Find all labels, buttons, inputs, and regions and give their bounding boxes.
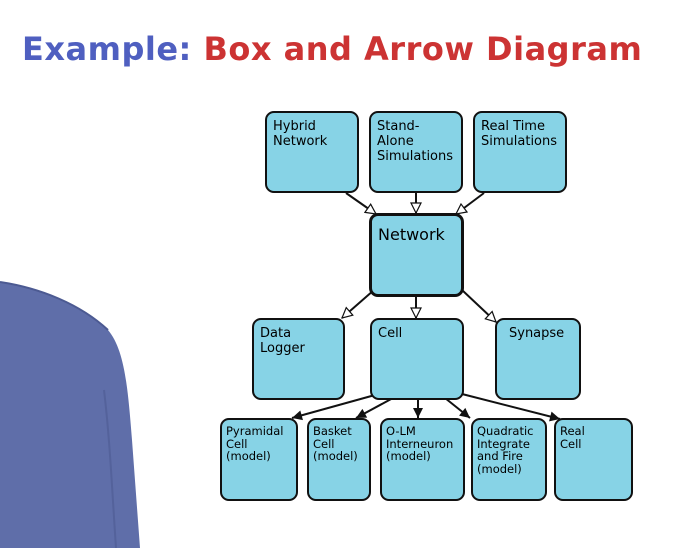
arrow-hybrid-to-network	[345, 192, 376, 215]
box-network: Network	[369, 213, 464, 297]
box-olm-interneuron: O-LM Interneuron (model)	[380, 418, 465, 501]
box-data-logger: Data Logger	[252, 318, 345, 400]
box-pyramidal-cell: Pyramidal Cell (model)	[220, 418, 298, 501]
arrow-network-to-synapse	[461, 289, 496, 322]
box-realtime-simulations: Real Time Simulations	[473, 111, 567, 193]
arrow-realtime-to-network	[456, 192, 485, 214]
box-standalone-simulations: Stand- Alone Simulations	[369, 111, 463, 193]
arrow-cell-to-quadratic	[444, 397, 471, 419]
box-basket-cell: Basket Cell (model)	[307, 418, 371, 501]
box-synapse: Synapse	[495, 318, 581, 400]
arrow-cell-to-basket	[355, 397, 394, 419]
box-real-cell: Real Cell	[554, 418, 633, 501]
box-hybrid-network: Hybrid Network	[265, 111, 359, 193]
arrow-network-to-datalogger	[342, 289, 375, 318]
box-cell: Cell	[370, 318, 464, 400]
box-quadratic-integrate-fire: Quadratic Integrate and Fire (model)	[471, 418, 547, 501]
